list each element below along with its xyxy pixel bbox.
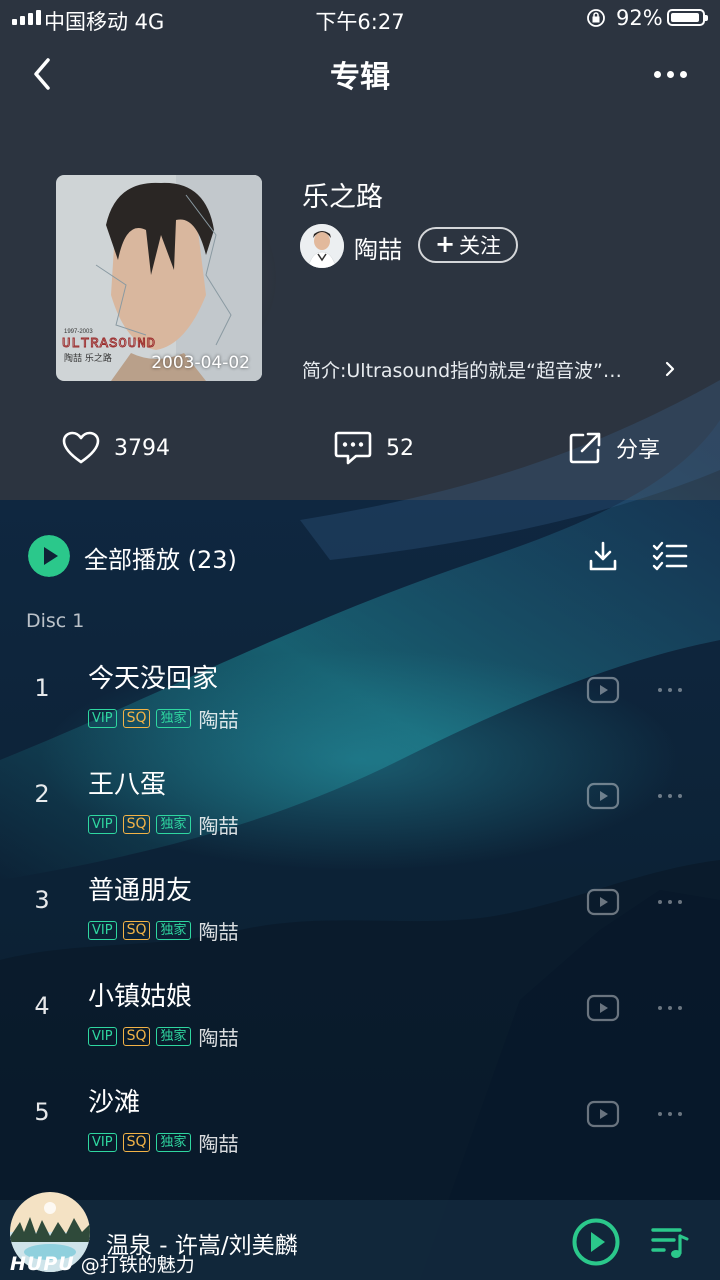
cover-small-text: 1997-2003 [64, 329, 93, 335]
album-title: 乐之路 [302, 182, 383, 213]
share-button[interactable]: 分享 [568, 426, 660, 470]
sq-badge: SQ [122, 1027, 151, 1046]
song-artist: 陶喆 [198, 814, 239, 838]
watermark-brand: HUPU [10, 1252, 75, 1275]
like-button[interactable]: 3794 [62, 426, 170, 470]
sq-badge: SQ [122, 1133, 151, 1152]
mv-play-icon[interactable] [586, 888, 620, 916]
song-more-icon[interactable] [652, 998, 688, 1018]
artist-name[interactable]: 陶喆 [354, 230, 402, 265]
download-icon[interactable] [586, 540, 620, 574]
heart-icon [62, 431, 100, 464]
release-date: 2003-04-02 [151, 353, 250, 373]
song-more-icon[interactable] [652, 892, 688, 912]
play-pause-icon[interactable] [572, 1218, 620, 1266]
rotation-lock-icon [587, 9, 605, 27]
cover-big-text: ULTRASOUND [62, 336, 156, 352]
song-more-icon[interactable] [652, 680, 688, 700]
track-number: 1 [34, 674, 50, 702]
song-title: 沙滩 [88, 1088, 141, 1118]
song-more-icon[interactable] [652, 786, 688, 806]
song-row[interactable]: 4 小镇姑娘 VIP SQ 独家 陶喆 [0, 968, 720, 1074]
song-row[interactable]: 5 沙滩 VIP SQ 独家 陶喆 [0, 1074, 720, 1180]
sq-badge: SQ [122, 815, 151, 834]
status-bar: 中国移动 4G 下午6:27 92% [0, 0, 720, 36]
multi-select-icon[interactable] [650, 540, 690, 574]
song-artist: 陶喆 [198, 920, 239, 944]
artist-avatar[interactable] [300, 224, 344, 268]
cover-caption: 陶喆 乐之路 [64, 352, 112, 364]
song-tags: VIP SQ 独家 陶喆 [88, 704, 239, 733]
song-artist: 陶喆 [198, 708, 239, 732]
song-title: 小镇姑娘 [88, 982, 193, 1012]
follow-label: 关注 [459, 234, 502, 258]
sq-badge: SQ [122, 921, 151, 940]
track-number: 4 [34, 992, 50, 1020]
vip-badge: VIP [88, 1133, 117, 1152]
clock: 下午6:27 [315, 10, 405, 34]
mv-play-icon[interactable] [586, 676, 620, 704]
album-cover-art: 1997-2003 ULTRASOUND 陶喆 乐之路 [56, 175, 262, 381]
battery-icon [667, 9, 708, 26]
follow-button[interactable]: + 关注 [418, 227, 518, 263]
song-title: 普通朋友 [88, 876, 193, 906]
vip-badge: VIP [88, 709, 117, 728]
song-title: 今天没回家 [88, 664, 219, 694]
more-options-icon[interactable] [648, 60, 692, 88]
chevron-right-icon[interactable] [662, 358, 678, 380]
song-tags: VIP SQ 独家 陶喆 [88, 1128, 239, 1157]
vip-badge: VIP [88, 921, 117, 940]
share-icon [569, 432, 601, 464]
song-more-icon[interactable] [652, 1104, 688, 1124]
back-chevron-icon[interactable] [24, 52, 64, 96]
song-title: 王八蛋 [88, 770, 167, 800]
exclusive-badge: 独家 [156, 1133, 191, 1152]
watermark: HUPU @打铁的魅力 [10, 1250, 195, 1277]
exclusive-badge: 独家 [156, 921, 191, 940]
album-intro[interactable]: 简介:Ultrasound指的就是“超音波”… [302, 356, 662, 383]
mv-play-icon[interactable] [586, 782, 620, 810]
exclusive-badge: 独家 [156, 815, 191, 834]
battery-percent: 92% [616, 6, 663, 30]
playlist-queue-icon[interactable] [650, 1222, 690, 1262]
album-cover[interactable]: 1997-2003 ULTRASOUND 陶喆 乐之路 2003-04-02 [56, 175, 262, 381]
track-number: 3 [34, 886, 50, 914]
song-row[interactable]: 3 普通朋友 VIP SQ 独家 陶喆 [0, 862, 720, 968]
mv-play-icon[interactable] [586, 1100, 620, 1128]
song-artist: 陶喆 [198, 1026, 239, 1050]
vip-badge: VIP [88, 1027, 117, 1046]
song-tags: VIP SQ 独家 陶喆 [88, 916, 239, 945]
comment-button[interactable]: 52 [334, 426, 414, 470]
disc-label: Disc 1 [26, 610, 85, 632]
exclusive-badge: 独家 [156, 709, 191, 728]
play-all-icon[interactable] [28, 535, 70, 577]
comment-icon [334, 431, 372, 465]
exclusive-badge: 独家 [156, 1027, 191, 1046]
like-count: 3794 [114, 435, 170, 461]
mv-play-icon[interactable] [586, 994, 620, 1022]
vip-badge: VIP [88, 815, 117, 834]
comment-count: 52 [386, 435, 414, 461]
track-number: 5 [34, 1098, 50, 1126]
plus-icon: + [434, 230, 456, 258]
song-tags: VIP SQ 独家 陶喆 [88, 810, 239, 839]
watermark-user: @打铁的魅力 [80, 1254, 195, 1276]
track-number: 2 [34, 780, 50, 808]
song-artist: 陶喆 [198, 1132, 239, 1156]
song-tags: VIP SQ 独家 陶喆 [88, 1022, 239, 1051]
sq-badge: SQ [122, 709, 151, 728]
play-all-button[interactable]: 全部播放 (23) [84, 540, 237, 575]
share-label: 分享 [616, 438, 661, 463]
song-row[interactable]: 2 王八蛋 VIP SQ 独家 陶喆 [0, 756, 720, 862]
song-row[interactable]: 1 今天没回家 VIP SQ 独家 陶喆 [0, 650, 720, 756]
